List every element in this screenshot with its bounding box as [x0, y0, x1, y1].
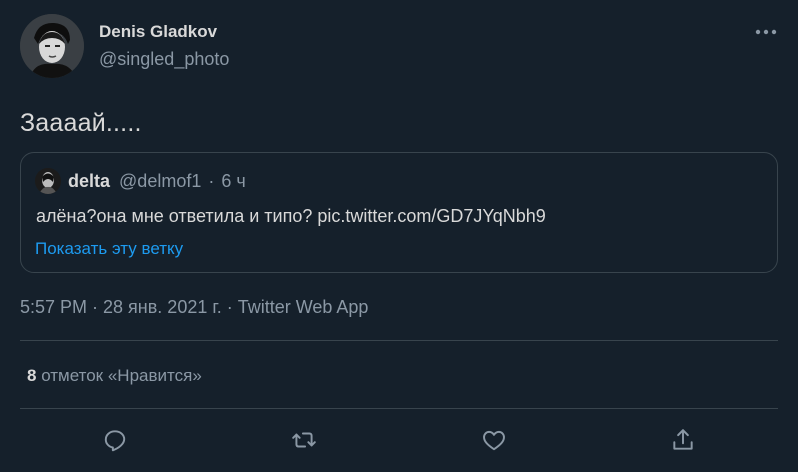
author-handle[interactable]: @singled_photo [99, 49, 229, 70]
quoted-author-handle: @delmof1 [119, 171, 202, 191]
quoted-tweet[interactable]: delta @delmof1 · 6 ч алёна?она мне ответ… [20, 152, 778, 273]
tweet: Denis Gladkov @singled_photo Заааай.....… [0, 0, 798, 472]
author-name[interactable]: Denis Gladkov [99, 22, 217, 42]
reply-button[interactable] [97, 424, 133, 456]
more-dots-icon [755, 29, 777, 35]
retweet-button[interactable] [286, 424, 322, 456]
retweet-icon [292, 432, 316, 448]
quoted-separator: · [208, 171, 215, 191]
quoted-text: алёна?она мне ответила и типо? pic.twitt… [36, 206, 546, 226]
divider [20, 340, 778, 341]
reply-icon [104, 430, 126, 452]
likes-stat[interactable]: 8 отметок «Нравится» [27, 366, 202, 386]
quoted-author-name: delta [68, 171, 111, 191]
quoted-time: 6 ч [221, 171, 246, 191]
divider [20, 408, 778, 409]
likes-label: отметок «Нравится» [36, 366, 202, 385]
quoted-avatar-icon [35, 168, 61, 194]
show-thread-link[interactable]: Показать эту ветку [35, 239, 183, 259]
tweet-timestamp[interactable]: 5:57 PM · 28 янв. 2021 г. · Twitter Web … [20, 297, 368, 318]
quoted-header: delta @delmof1 · 6 ч [68, 171, 246, 192]
share-icon [673, 429, 693, 450]
tweet-text: Заааай..... [20, 109, 142, 137]
quoted-author-avatar [35, 168, 61, 194]
like-button[interactable] [476, 424, 512, 456]
share-button[interactable] [665, 424, 701, 456]
more-options-button[interactable] [748, 20, 784, 44]
avatar-photo-icon [20, 14, 84, 78]
heart-icon [483, 430, 505, 451]
author-avatar[interactable] [20, 14, 84, 78]
